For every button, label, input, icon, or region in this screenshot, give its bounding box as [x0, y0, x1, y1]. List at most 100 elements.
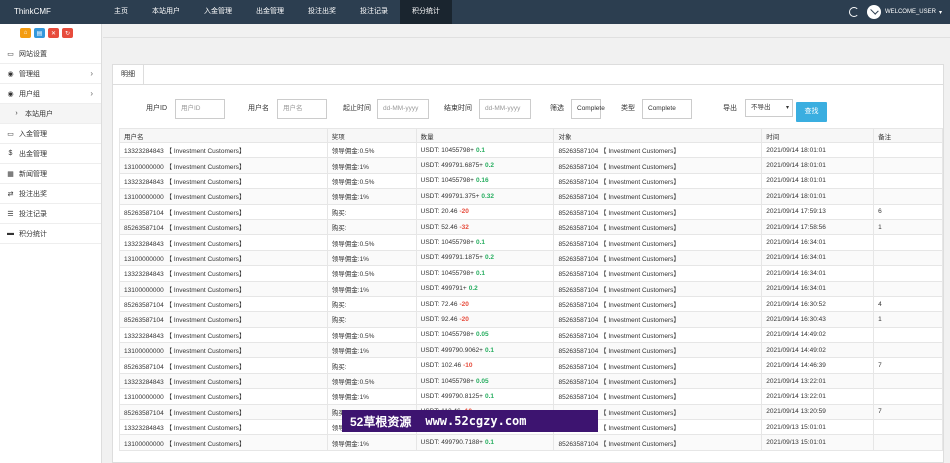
cell-amount: USDT: 10455798+0.05: [415, 326, 555, 344]
nav-home[interactable]: 主页: [102, 0, 140, 24]
table-row: 85263587104 【 Investment Customers】购买:US…: [119, 357, 943, 374]
end-time-input[interactable]: dd-MM-yyyy: [479, 99, 531, 119]
home-icon[interactable]: ⌂: [20, 28, 31, 38]
cell-username: 13323284843 【 Investment Customers】: [119, 234, 328, 251]
table-row: 85263587104 【 Investment Customers】购买:US…: [119, 295, 943, 313]
amount-base: USDT: 20.46: [420, 208, 458, 216]
cell-amount: USDT: 52.46 -32: [415, 218, 555, 236]
sidebar-item-user-group[interactable]: ◉ 用户组 ›: [0, 84, 101, 104]
nav-points-stats[interactable]: 积分统计: [400, 0, 452, 24]
amount-delta: -32: [459, 223, 469, 231]
sidebar-item-points-stats[interactable]: ▬ 积分统计: [0, 224, 101, 244]
amount-base: USDT: 499790.9062+: [420, 346, 483, 354]
chevron-right-icon: ›: [90, 69, 93, 78]
cell-target: 85263587104 【 Investment Customers】: [553, 357, 763, 374]
avatar: [866, 5, 881, 19]
cell-amount: USDT: 10455798+ 0.16: [415, 172, 555, 190]
cell-target: 85263587104 【 Investment Customers】: [553, 295, 763, 313]
user-menu[interactable]: WELCOME_USER ▾: [866, 5, 942, 19]
cell-award: 领导佣金:1%: [326, 249, 417, 267]
cell-target: 85263587104 【 Investment Customers】: [553, 326, 763, 344]
search-button[interactable]: 查找: [796, 102, 827, 122]
cell-remark: 4: [873, 295, 943, 313]
sidebar-item-site-users[interactable]: › 本站用户: [0, 104, 101, 124]
amount-base: USDT: 92.46: [420, 315, 458, 323]
refresh-icon[interactable]: [848, 7, 859, 17]
amount-base: USDT: 10455798+: [420, 239, 474, 247]
table-body: 13323284843 【 Investment Customers】 领导佣金:…: [119, 141, 943, 451]
username-label: 用户名: [248, 105, 269, 112]
nav-users[interactable]: 本站用户: [140, 0, 192, 24]
cell-remark: [873, 141, 943, 159]
amount-base: USDT: 499790.8125+: [420, 392, 483, 400]
amount-base: USDT: 10455798+: [420, 146, 474, 154]
trash-icon[interactable]: ✕: [48, 28, 59, 38]
sidebar-item-news[interactable]: ▦ 新闻管理: [0, 164, 101, 184]
cell-award: 购买:: [326, 311, 417, 328]
export-select[interactable]: 不导出 ▾: [745, 99, 793, 117]
refresh-icon[interactable]: ↻: [62, 28, 73, 38]
sidebar-item-label: 新闻管理: [19, 170, 47, 178]
cell-award: 领导佣金:0.5%: [326, 265, 417, 282]
list-icon: ☰: [7, 210, 14, 218]
nav-withdraw[interactable]: 出金管理: [244, 0, 296, 24]
chevron-down-icon: ▾: [938, 9, 942, 16]
cell-award: 领导佣金:1%: [326, 342, 417, 359]
tab-detail[interactable]: 明细: [113, 65, 144, 84]
col-time: 时间: [761, 128, 875, 143]
cell-remark: [873, 342, 943, 359]
sidebar-item-label: 投注记录: [19, 210, 47, 218]
cell-target: 85263587104 【 Investment Customers】: [553, 280, 763, 297]
cell-remark: [873, 419, 943, 436]
sidebar-item-withdraw[interactable]: $ 出金管理: [0, 144, 101, 164]
start-time-input[interactable]: dd-MM-yyyy: [377, 99, 429, 119]
username-input[interactable]: 用户名: [277, 99, 327, 119]
cell-target: 85263587104 【 Investment Customers】: [553, 388, 763, 405]
table-row: 13100000000 【 Investment Customers】 领导佣金:…: [119, 342, 943, 359]
sidebar-item-deposit[interactable]: ▭ 入金管理: [0, 124, 101, 144]
cell-remark: [873, 249, 943, 267]
filter-input[interactable]: Complete: [571, 99, 605, 119]
cell-username: 85263587104 【 Investment Customers】: [119, 311, 328, 328]
brand-logo[interactable]: ThinkCMF: [0, 0, 102, 24]
sidebar-toolbar: ⌂ ▤ ✕ ↻: [0, 24, 101, 44]
amount-delta: 0.2: [468, 285, 478, 293]
sidebar-item-bet-payout[interactable]: ⇄ 投注出奖: [0, 184, 101, 204]
cell-username: 13323284843 【 Investment Customers】: [119, 172, 328, 190]
amount-delta: 0.1: [475, 239, 485, 247]
cell-time: 2021/09/14 16:30:52: [761, 295, 875, 313]
amount-base: USDT: 499791.375+: [420, 192, 480, 200]
table-row: 85263587104 【 Investment Customers】购买:US…: [119, 218, 943, 236]
table-row: 13100000000 【 Investment Customers】 领导佣金:…: [119, 157, 943, 174]
nav-bet-records[interactable]: 投注记录: [348, 0, 400, 24]
cell-username: 13323284843 【 Investment Customers】: [119, 141, 328, 159]
cell-time: 2021/09/14 16:34:01: [761, 265, 875, 282]
amount-delta: 0.1: [484, 392, 495, 400]
userid-label: 用户ID: [146, 105, 167, 112]
exchange-icon: ⇄: [7, 190, 14, 198]
cell-award: 领导佣金:1%: [326, 280, 417, 297]
type-label: 类型: [621, 105, 635, 112]
cell-target: 85263587104 【 Investment Customers】: [553, 141, 763, 159]
cell-award: 领导佣金:0.5%: [326, 234, 417, 251]
cell-remark: [873, 388, 943, 405]
nav-deposit[interactable]: 入金管理: [192, 0, 244, 24]
document-icon[interactable]: ▤: [34, 28, 45, 38]
userid-input[interactable]: 用户ID: [175, 99, 225, 119]
cell-remark: [873, 326, 943, 344]
sidebar-item-admin-group[interactable]: ◉ 管理组 ›: [0, 64, 101, 84]
amount-delta: 0.05: [475, 377, 489, 385]
cell-time: 2021/09/14 13:22:01: [761, 372, 875, 390]
sidebar-item-site-settings[interactable]: ▭ 网站设置: [0, 44, 101, 64]
amount-delta: 0.1: [475, 146, 485, 154]
sidebar-item-bet-records[interactable]: ☰ 投注记录: [0, 204, 101, 224]
cell-username: 13100000000 【 Investment Customers】: [119, 388, 328, 405]
cell-amount: USDT: 102.46 -10: [415, 357, 555, 374]
nav-bet-payout[interactable]: 投注出奖: [296, 0, 348, 24]
cell-remark: [873, 265, 943, 282]
cell-target: 85263587104 【 Investment Customers】: [553, 218, 763, 236]
cell-username: 13323284843 【 Investment Customers】: [119, 419, 328, 436]
cell-target: 85263587104 【 Investment Customers】: [553, 265, 763, 282]
table-row: 13100000000 【 Investment Customers】 领导佣金:…: [119, 188, 943, 205]
type-input[interactable]: Complete: [642, 99, 692, 119]
